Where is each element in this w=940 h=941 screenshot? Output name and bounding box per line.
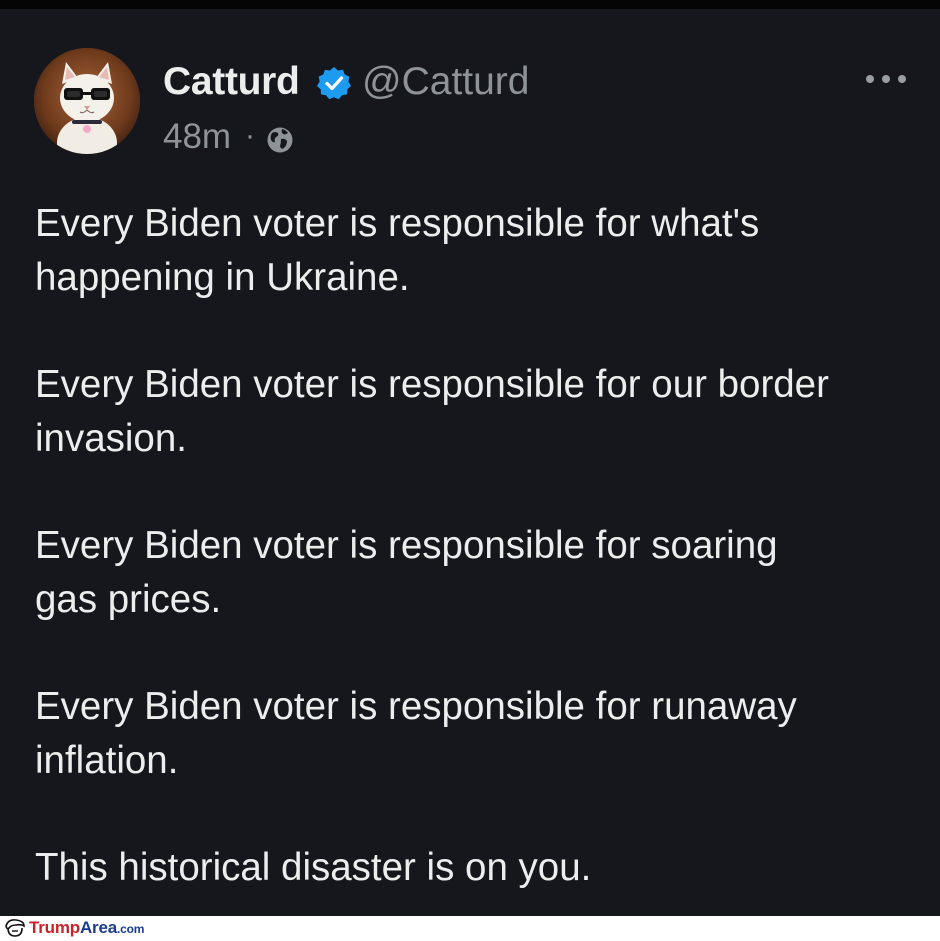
watermark-suffix: .com: [116, 922, 145, 936]
top-strip: [0, 0, 940, 9]
tweet-line: happening in Ukraine.: [35, 255, 410, 299]
watermark-brand-area: Area: [79, 918, 117, 937]
display-name[interactable]: Catturd: [163, 62, 300, 101]
tweet-paragraph: This historical disaster is on you.: [35, 841, 925, 895]
tweet-timestamp[interactable]: 48m: [163, 119, 231, 154]
tweet-paragraph: Every Biden voter is responsible for soa…: [35, 519, 925, 626]
watermark-brand: TrumpArea.com: [29, 919, 144, 936]
tweet-paragraph: Every Biden voter is responsible for wha…: [35, 197, 925, 304]
watermark-brand-trump: Trump: [29, 918, 80, 937]
tweet-paragraph: Every Biden voter is responsible for our…: [35, 358, 925, 465]
tweet-line: gas prices.: [35, 577, 222, 621]
user-handle[interactable]: @Catturd: [362, 62, 529, 101]
globe-icon: [267, 127, 293, 153]
tweet-text: Every Biden voter is responsible for wha…: [35, 197, 925, 895]
trump-hair-logo-icon: [5, 919, 25, 937]
tweet-card: Catturd @Catturd 48m · Every Biden voter…: [0, 9, 940, 916]
tweet-line: Every Biden voter is responsible for soa…: [35, 524, 778, 567]
tweet-line: invasion.: [35, 416, 187, 460]
tweet-line: Every Biden voter is responsible for our…: [35, 363, 829, 406]
tweet-line: Every Biden voter is responsible for wha…: [35, 202, 760, 245]
tweet-line: inflation.: [35, 738, 179, 782]
tweet-paragraph: Every Biden voter is responsible for run…: [35, 680, 925, 787]
verified-badge-icon: [317, 67, 351, 100]
watermark-bar: TrumpArea.com: [0, 916, 940, 941]
tweet-line: This historical disaster is on you.: [35, 846, 592, 889]
avatar[interactable]: [34, 48, 140, 154]
tweet-line: Every Biden voter is responsible for run…: [35, 685, 797, 728]
separator-dot: ·: [245, 119, 255, 152]
more-options-icon[interactable]: [862, 67, 910, 91]
